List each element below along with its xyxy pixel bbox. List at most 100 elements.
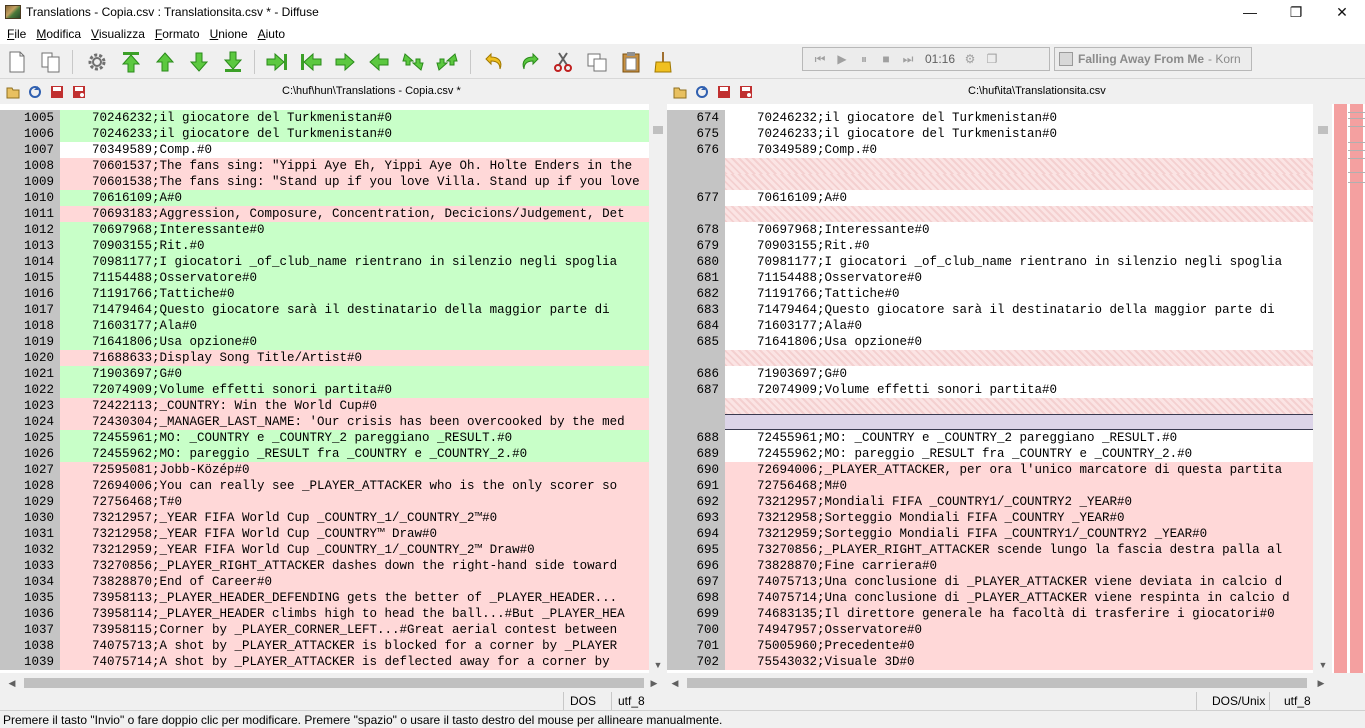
save-as-icon[interactable]: [72, 85, 86, 99]
diff-line[interactable]: 691 72756468;M#0: [667, 478, 1313, 494]
diff-line[interactable]: 698 74075714;Una conclusione di _PLAYER_A…: [667, 590, 1313, 606]
diff-line[interactable]: 701 75005960;Precedente#0: [667, 638, 1313, 654]
line-text[interactable]: 70697968;Interessante#0: [725, 222, 1313, 238]
line-text[interactable]: 73212958;Sorteggio Mondiali FIFA _COUNTR…: [725, 510, 1313, 526]
open-file-icon[interactable]: [673, 85, 687, 99]
line-text[interactable]: 74075713;Una conclusione di _PLAYER_ATTA…: [725, 574, 1313, 590]
arrow-left-icon[interactable]: [366, 49, 392, 75]
menu-unione[interactable]: Unione: [205, 27, 253, 41]
line-text[interactable]: 72074909;Volume effetti sonori partita#0: [725, 382, 1313, 398]
scroll-thumb[interactable]: [1318, 126, 1328, 134]
scroll-right-arrow[interactable]: ▶: [1313, 675, 1329, 691]
line-text[interactable]: 70246232;il giocatore del Turkmenistan#0: [725, 110, 1313, 126]
left-horizontal-scrollbar[interactable]: ◀ ▶: [0, 675, 666, 691]
diff-line[interactable]: 1035 73958113;_PLAYER_HEADER_DEFENDING ge…: [0, 590, 649, 606]
horizontal-scroll-thumb[interactable]: [687, 678, 1307, 688]
diff-line[interactable]: [667, 414, 1313, 430]
horizontal-scroll-thumb[interactable]: [24, 678, 644, 688]
line-text[interactable]: 73270856;_PLAYER_RIGHT_ATTACKER dashes d…: [60, 558, 649, 574]
save-as-icon[interactable]: [739, 85, 753, 99]
line-text[interactable]: 71903697;G#0: [60, 366, 649, 382]
last-change-icon[interactable]: [220, 49, 246, 75]
line-text[interactable]: 72756468;M#0: [725, 478, 1313, 494]
line-text[interactable]: 71641806;Usa opzione#0: [725, 334, 1313, 350]
skip-back-icon[interactable]: ⏮: [809, 50, 831, 68]
diff-line[interactable]: 1025 72455961;MO: _COUNTRY e _COUNTRY_2 p…: [0, 430, 649, 446]
diff-line[interactable]: 685 71641806;Usa opzione#0: [667, 334, 1313, 350]
line-text[interactable]: 73212957;Mondiali FIFA _COUNTRY1/_COUNTR…: [725, 494, 1313, 510]
diff-line[interactable]: 677 70616109;A#0: [667, 190, 1313, 206]
diff-line[interactable]: 1016 71191766;Tattiche#0: [0, 286, 649, 302]
diff-line[interactable]: 674 70246232;il giocatore del Turkmenista…: [667, 110, 1313, 126]
menu-file[interactable]: File: [2, 27, 31, 41]
right-horizontal-scrollbar[interactable]: ◀ ▶: [667, 675, 1332, 691]
diff-line[interactable]: 1024 72430304;_MANAGER_LAST_NAME: 'Our cr…: [0, 414, 649, 430]
diff-line[interactable]: 1022 72074909;Volume effetti sonori parti…: [0, 382, 649, 398]
line-text[interactable]: 70601538;The fans sing: "Stand up if you…: [60, 174, 649, 190]
redo-icon[interactable]: [516, 49, 542, 75]
arrow-right-icon[interactable]: [332, 49, 358, 75]
diff-line[interactable]: 680 70981177;I giocatori _of_club_name ri…: [667, 254, 1313, 270]
menu-aiuto[interactable]: Aiuto: [253, 27, 290, 41]
diff-line[interactable]: 1038 74075713;A shot by _PLAYER_ATTACKER …: [0, 638, 649, 654]
diff-line[interactable]: [667, 158, 1313, 174]
line-text[interactable]: 75543032;Visuale 3D#0: [725, 654, 1313, 670]
diff-line[interactable]: 1032 73212959;_YEAR FIFA World Cup _COUNT…: [0, 542, 649, 558]
line-text[interactable]: 73828870;End of Career#0: [60, 574, 649, 590]
restore-button[interactable]: ❐: [1273, 0, 1319, 24]
diff-line[interactable]: 692 73212957;Mondiali FIFA _COUNTRY1/_COU…: [667, 494, 1313, 510]
diff-line[interactable]: 1037 73958115;Corner by _PLAYER_CORNER_LE…: [0, 622, 649, 638]
diff-line[interactable]: 1029 72756468;T#0: [0, 494, 649, 510]
diff-line[interactable]: 697 74075713;Una conclusione di _PLAYER_A…: [667, 574, 1313, 590]
reload-file-icon[interactable]: [28, 85, 42, 99]
diff-line[interactable]: 1007 70349589;Comp.#0: [0, 142, 649, 158]
line-text[interactable]: 72455962;MO: pareggio _RESULT fra _COUNT…: [60, 446, 649, 462]
line-text[interactable]: 71603177;Ala#0: [60, 318, 649, 334]
diff-line[interactable]: 1021 71903697;G#0: [0, 366, 649, 382]
media-window-icon[interactable]: ❐: [981, 50, 1003, 68]
line-text[interactable]: [725, 158, 1313, 174]
diff-line[interactable]: 1017 71479464;Questo giocatore sarà il de…: [0, 302, 649, 318]
copy-files-icon[interactable]: [38, 49, 64, 75]
line-text[interactable]: 71154488;Osservatore#0: [725, 270, 1313, 286]
line-text[interactable]: 73212958;_YEAR FIFA World Cup _COUNTRY™ …: [60, 526, 649, 542]
line-text[interactable]: 72430304;_MANAGER_LAST_NAME: 'Our crisis…: [60, 414, 649, 430]
close-button[interactable]: ✕: [1319, 0, 1365, 24]
diff-line[interactable]: 695 73270856;_PLAYER_RIGHT_ATTACKER scend…: [667, 542, 1313, 558]
diff-line[interactable]: 1009 70601538;The fans sing: "Stand up if…: [0, 174, 649, 190]
diff-line[interactable]: 689 72455962;MO: pareggio _RESULT fra _CO…: [667, 446, 1313, 462]
diff-line[interactable]: [667, 350, 1313, 366]
line-text[interactable]: 71903697;G#0: [725, 366, 1313, 382]
pause-icon[interactable]: ⏸: [853, 50, 875, 68]
line-text[interactable]: [725, 350, 1313, 366]
diff-line[interactable]: 1018 71603177;Ala#0: [0, 318, 649, 334]
diff-line[interactable]: 690 72694006;_PLAYER_ATTACKER, per ora l'…: [667, 462, 1313, 478]
line-text[interactable]: 73212957;_YEAR FIFA World Cup _COUNTRY_1…: [60, 510, 649, 526]
line-text[interactable]: 72756468;T#0: [60, 494, 649, 510]
line-text[interactable]: 70246233;il giocatore del Turkmenistan#0: [725, 126, 1313, 142]
merge-left-icon[interactable]: [298, 49, 324, 75]
diff-line[interactable]: 684 71603177;Ala#0: [667, 318, 1313, 334]
diff-line[interactable]: 687 72074909;Volume effetti sonori partit…: [667, 382, 1313, 398]
line-text[interactable]: 73212959;Sorteggio Mondiali FIFA _COUNTR…: [725, 526, 1313, 542]
scroll-down-arrow[interactable]: ▼: [1315, 657, 1331, 673]
diff-line[interactable]: [667, 174, 1313, 190]
diff-line[interactable]: 1028 72694006;You can really see _PLAYER_…: [0, 478, 649, 494]
diff-line[interactable]: 1033 73270856;_PLAYER_RIGHT_ATTACKER dash…: [0, 558, 649, 574]
menu-visualizza[interactable]: Visualizza: [86, 27, 150, 41]
cut-icon[interactable]: [550, 49, 576, 75]
diff-line[interactable]: 696 73828870;Fine carriera#0: [667, 558, 1313, 574]
reload-file-icon[interactable]: [695, 85, 709, 99]
diff-line[interactable]: 683 71479464;Questo giocatore sarà il des…: [667, 302, 1313, 318]
line-text[interactable]: 74947957;Osservatore#0: [725, 622, 1313, 638]
undo-icon[interactable]: [482, 49, 508, 75]
diff-line[interactable]: 678 70697968;Interessante#0: [667, 222, 1313, 238]
line-text[interactable]: 70903155;Rit.#0: [60, 238, 649, 254]
line-text[interactable]: 70349589;Comp.#0: [725, 142, 1313, 158]
line-text[interactable]: 71191766;Tattiche#0: [60, 286, 649, 302]
first-change-icon[interactable]: [118, 49, 144, 75]
line-text[interactable]: 72694006;_PLAYER_ATTACKER, per ora l'uni…: [725, 462, 1313, 478]
diff-line[interactable]: 1012 70697968;Interessante#0: [0, 222, 649, 238]
diff-line[interactable]: 1020 71688633;Display Song Title/Artist#0: [0, 350, 649, 366]
merge-up-icon[interactable]: [434, 49, 460, 75]
